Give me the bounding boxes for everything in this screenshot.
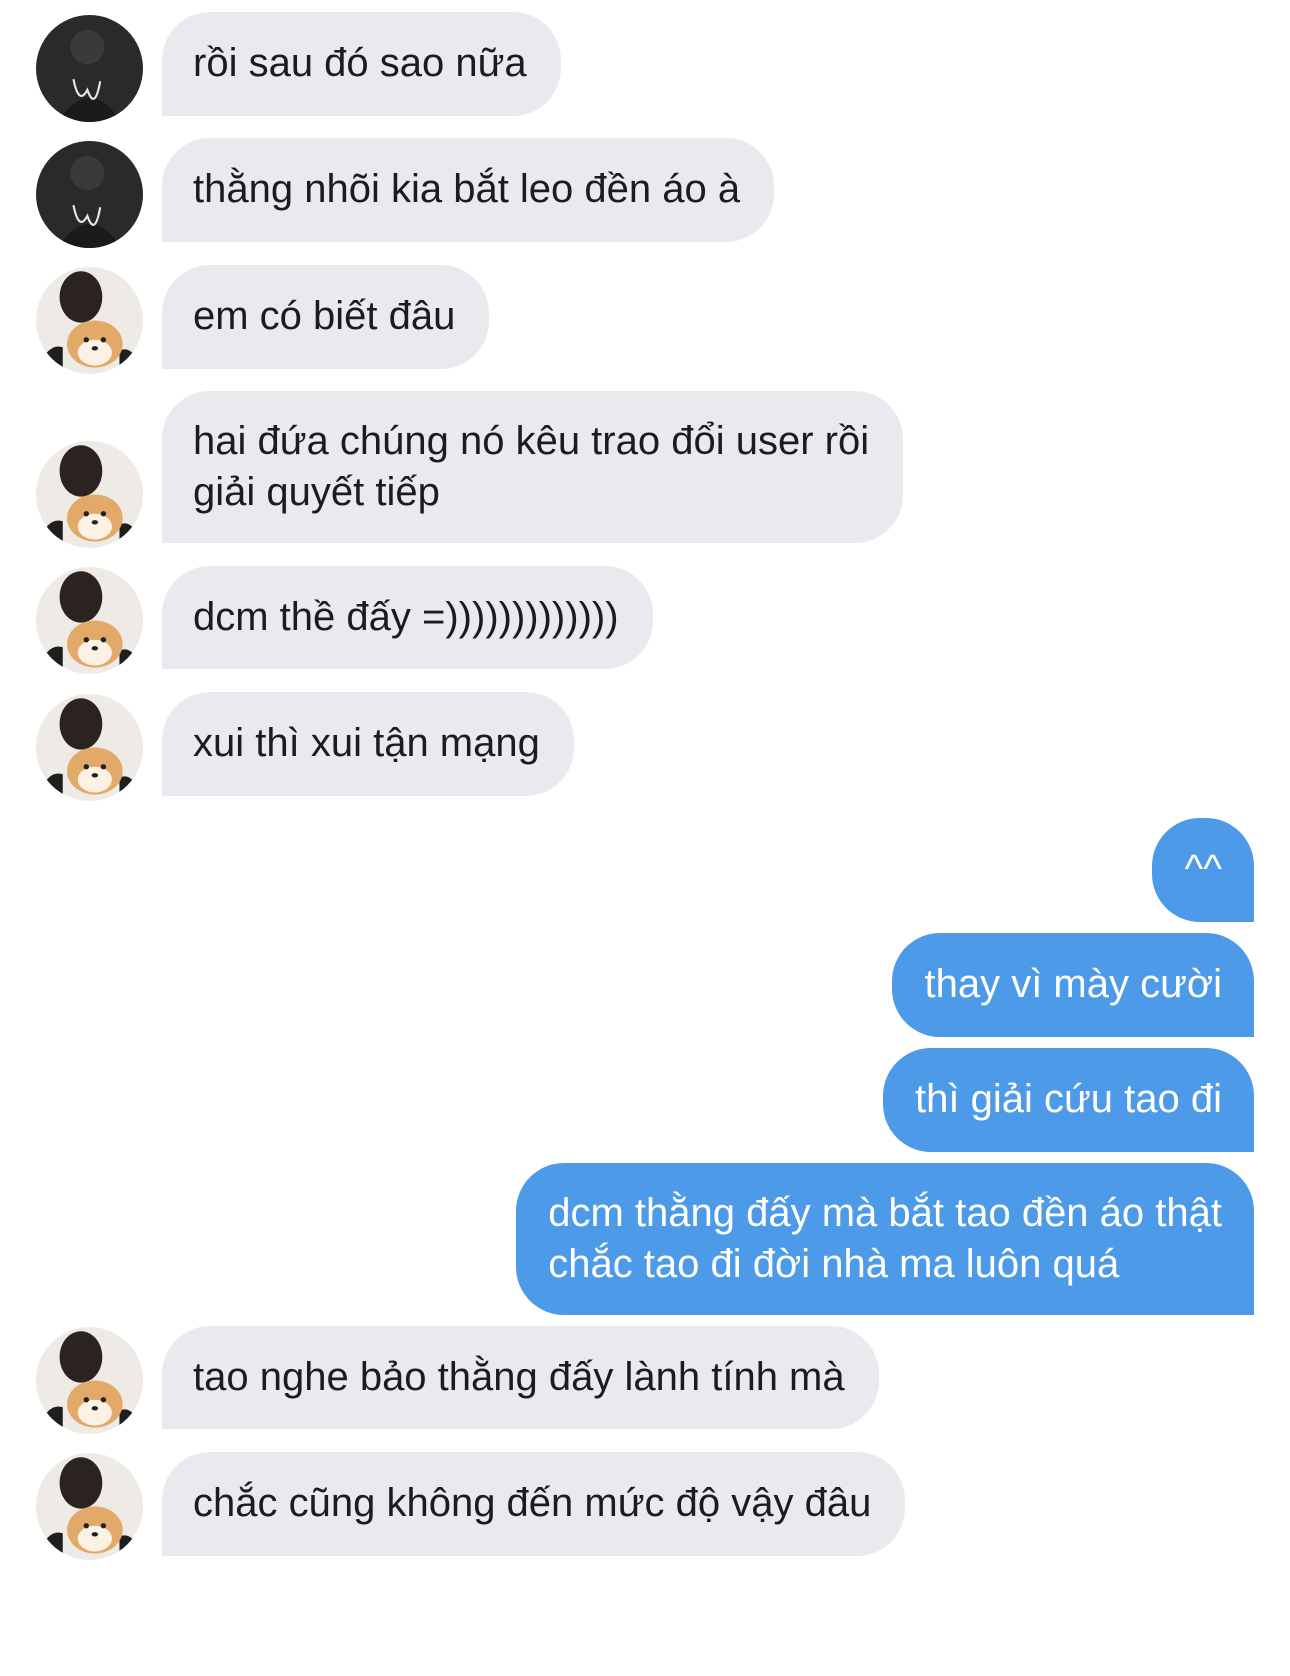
message-bubble-incoming[interactable]: chắc cũng không đến mức độ vậy đâu xyxy=(162,1452,906,1556)
avatar-shiba[interactable] xyxy=(36,694,143,801)
message-bubble-incoming[interactable]: xui thì xui tận mạng xyxy=(162,692,574,796)
message-bubble-incoming[interactable]: dcm thề đấy =))))))))))))) xyxy=(162,566,653,669)
message-bubble-outgoing[interactable]: dcm thằng đấy mà bắt tao đền áo thật chắ… xyxy=(516,1163,1254,1315)
avatar-shiba[interactable] xyxy=(36,1327,143,1434)
message-bubble-incoming[interactable]: rồi sau đó sao nữa xyxy=(162,12,561,116)
message-bubble-incoming[interactable]: em có biết đâu xyxy=(162,265,490,369)
avatar-shiba[interactable] xyxy=(36,567,143,674)
message-bubble-outgoing[interactable]: ^^ xyxy=(1152,818,1254,922)
message-bubble-outgoing[interactable]: thì giải cứu tao đi xyxy=(883,1048,1254,1152)
message-bubble-incoming[interactable]: thằng nhõi kia bắt leo đền áo à xyxy=(162,138,775,242)
avatar-shiba[interactable] xyxy=(36,441,143,548)
avatar-shiba[interactable] xyxy=(36,1453,143,1560)
message-bubble-incoming[interactable]: hai đứa chúng nó kêu trao đổi user rồi g… xyxy=(162,391,904,543)
message-bubble-outgoing[interactable]: thay vì mày cười xyxy=(892,933,1254,1037)
avatar-shiba[interactable] xyxy=(36,267,143,374)
avatar-dark[interactable] xyxy=(36,15,143,122)
avatar-dark[interactable] xyxy=(36,141,143,248)
message-bubble-incoming[interactable]: tao nghe bảo thằng đấy lành tính mà xyxy=(162,1326,879,1429)
